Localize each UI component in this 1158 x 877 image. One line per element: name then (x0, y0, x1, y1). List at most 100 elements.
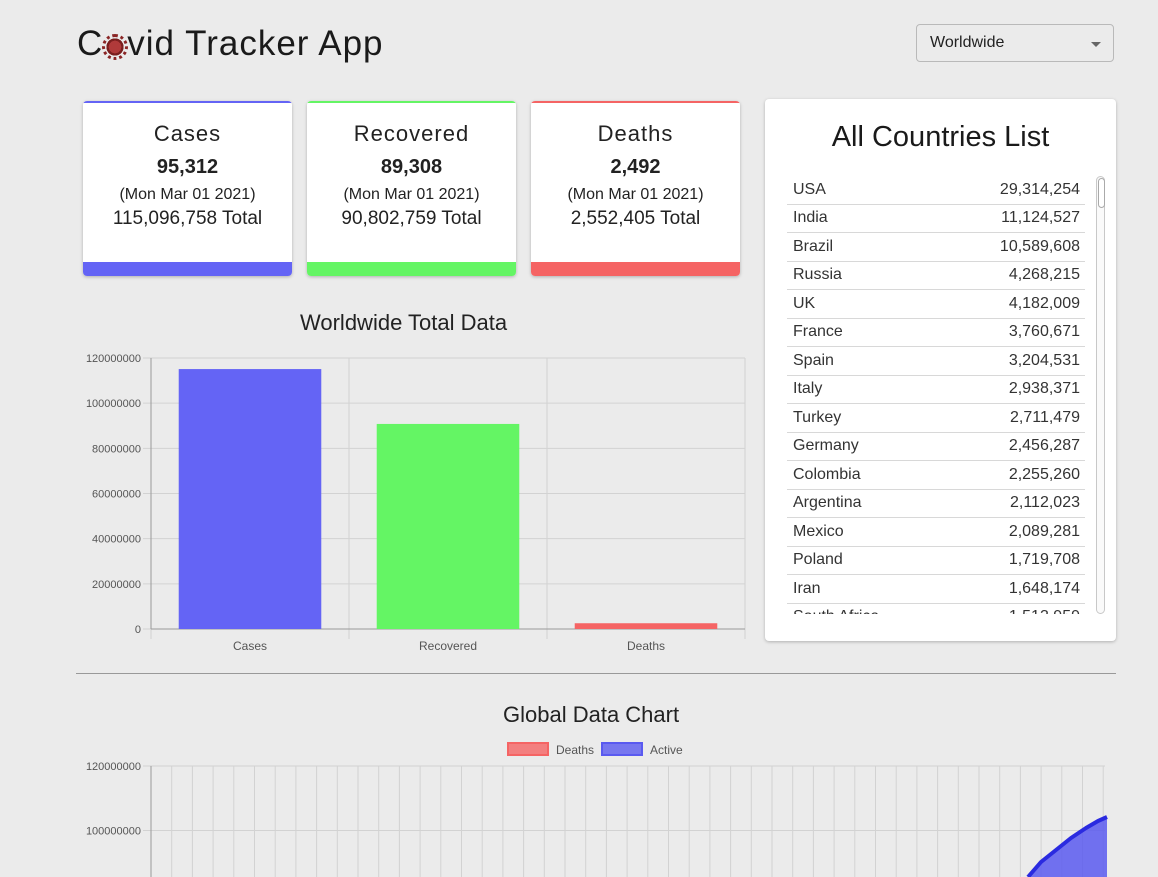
country-cases: 1,513,959 (1009, 608, 1080, 614)
country-row[interactable]: Brazil 10,589,608 (787, 233, 1085, 262)
worldwide-bar-chart: 120000000 100000000 80000000 60000000 400000… (86, 353, 746, 653)
country-name: UK (793, 294, 816, 312)
country-row[interactable]: Germany 2,456,287 (787, 433, 1085, 461)
country-name: USA (793, 180, 826, 198)
bar-chart-ytick-label: 40000000 (92, 534, 141, 546)
country-row[interactable]: Italy 2,938,371 (787, 376, 1085, 404)
global-data-chart: Deaths Active 120000000 100000000 (86, 742, 1108, 877)
country-row[interactable]: France 3,760,671 (787, 319, 1085, 347)
cases-card-total: 115,096,758 Total (112, 208, 263, 229)
country-row[interactable]: Colombia 2,255,260 (787, 461, 1085, 490)
country-cases: 2,711,479 (1010, 408, 1080, 426)
countries-list[interactable]: USA 29,314,254 India 11,124,527 Brazil 10,589… (787, 176, 1085, 614)
country-name: Argentina (793, 494, 862, 512)
bar-chart-ytick-label: 120000000 (86, 353, 141, 365)
country-cases: 2,112,023 (1010, 494, 1080, 512)
country-row[interactable]: Turkey 2,711,479 (787, 404, 1085, 433)
country-select[interactable]: Worldwide (916, 24, 1114, 62)
recovered-card-color-bar (307, 262, 516, 276)
country-name: Italy (793, 380, 823, 398)
bar-chart-ytick-label: 0 (135, 624, 141, 636)
cases-card-date: (Mon Mar 01 2021) (119, 186, 256, 203)
country-row[interactable]: Mexico 2,089,281 (787, 518, 1085, 547)
country-cases: 10,589,608 (999, 237, 1080, 255)
country-name: Germany (793, 437, 859, 455)
country-name: Poland (793, 551, 843, 569)
country-name: Colombia (793, 465, 861, 483)
cases-card-title: Cases (153, 121, 222, 146)
country-name: Brazil (793, 237, 834, 255)
country-cases: 3,760,671 (1008, 323, 1080, 341)
country-name: Iran (793, 579, 821, 597)
bar-chart-xtick-label: Cases (233, 639, 267, 653)
deaths-card-total: 2,552,405 Total (570, 208, 701, 229)
global-chart-title: Global Data Chart (503, 702, 680, 727)
country-row[interactable]: Poland 1,719,708 (787, 547, 1085, 575)
virus-icon (102, 34, 129, 60)
deaths-card-title: Deaths (597, 121, 674, 146)
country-select-value: Worldwide (930, 34, 1005, 51)
country-cases: 4,182,009 (1008, 294, 1080, 312)
recovered-card[interactable]: Recovered 89,308 (Mon Mar 01 2021) 90,80… (307, 101, 516, 276)
bar-deaths[interactable] (574, 623, 718, 629)
recovered-card-title: Recovered (353, 121, 470, 146)
deaths-card-today: 2,492 (610, 156, 661, 178)
country-row[interactable]: Argentina 2,112,023 (787, 490, 1085, 518)
recovered-card-top-line (307, 101, 516, 103)
app-title: Cvid Tracker App (77, 24, 384, 64)
countries-scrollbar-thumb[interactable] (1098, 178, 1105, 208)
recovered-card-date: (Mon Mar 01 2021) (343, 186, 480, 203)
global-chart-ytick-label: 100000000 (86, 826, 141, 838)
country-name: India (793, 209, 828, 227)
bar-chart-title: Worldwide Total Data (300, 310, 508, 335)
country-name: France (793, 323, 843, 341)
legend-label-deaths[interactable]: Deaths (556, 743, 594, 757)
chevron-down-icon (1091, 42, 1101, 47)
global-chart-ytick-label: 120000000 (86, 761, 141, 773)
country-cases: 2,938,371 (1008, 380, 1080, 398)
country-name: Turkey (793, 408, 842, 426)
country-cases: 11,124,527 (1001, 209, 1080, 227)
deaths-card-color-bar (531, 262, 740, 276)
deaths-card-top-line (531, 101, 740, 103)
deaths-card[interactable]: Deaths 2,492 (Mon Mar 01 2021) 2,552,405… (531, 101, 740, 276)
recovered-card-total: 90,802,759 Total (341, 208, 482, 229)
cases-card-top-line (83, 101, 292, 103)
country-row[interactable]: South Africa 1,513,959 (787, 604, 1085, 614)
legend-swatch-active[interactable] (601, 742, 643, 756)
country-cases: 2,456,287 (1008, 437, 1080, 455)
country-cases: 2,089,281 (1008, 522, 1080, 540)
bar-cases[interactable] (178, 369, 322, 629)
section-divider (76, 673, 1116, 674)
country-row[interactable]: Russia 4,268,215 (787, 262, 1085, 290)
legend-swatch-deaths[interactable] (507, 742, 549, 756)
bar-recovered[interactable] (376, 423, 520, 629)
country-row[interactable]: Iran 1,648,174 (787, 575, 1085, 604)
bar-chart-ytick-label: 100000000 (86, 398, 141, 410)
active-area (1028, 817, 1107, 877)
bar-chart-xtick-label: Recovered (419, 639, 477, 653)
bar-chart-ytick-label: 20000000 (92, 579, 141, 591)
app-title-suffix: vid Tracker App (127, 24, 384, 63)
recovered-card-today: 89,308 (380, 156, 443, 178)
country-name: Spain (793, 351, 834, 369)
deaths-card-date: (Mon Mar 01 2021) (567, 186, 704, 203)
country-cases: 3,204,531 (1008, 351, 1080, 369)
cases-card-color-bar (83, 262, 292, 276)
country-row[interactable]: Spain 3,204,531 (787, 347, 1085, 376)
country-name: South Africa (793, 608, 879, 614)
legend-label-active[interactable]: Active (650, 743, 683, 757)
cases-card[interactable]: Cases 95,312 (Mon Mar 01 2021) 115,096,7… (83, 101, 292, 276)
country-cases: 1,719,708 (1008, 551, 1080, 569)
country-row[interactable]: India 11,124,527 (787, 205, 1085, 233)
country-cases: 2,255,260 (1008, 465, 1080, 483)
app-title-prefix: C (77, 24, 104, 63)
country-row[interactable]: UK 4,182,009 (787, 290, 1085, 319)
country-cases: 4,268,215 (1008, 266, 1080, 284)
country-name: Russia (793, 266, 842, 284)
countries-title: All Countries List (831, 121, 1050, 153)
countries-scrollbar[interactable] (1096, 176, 1105, 614)
country-cases: 29,314,254 (999, 180, 1080, 198)
country-row[interactable]: USA 29,314,254 (787, 176, 1085, 205)
country-name: Mexico (793, 522, 844, 540)
